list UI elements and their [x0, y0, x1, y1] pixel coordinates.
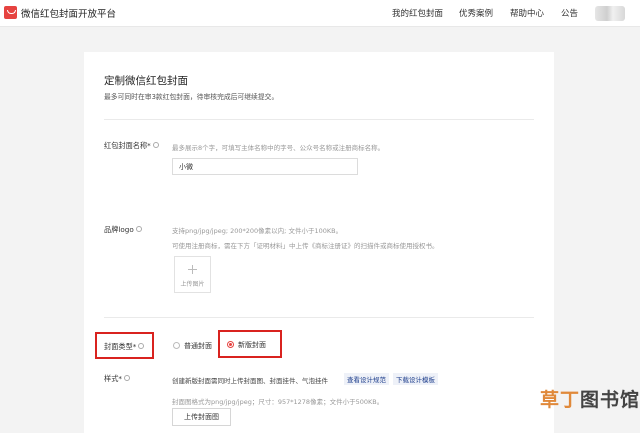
- radio-standard-cover[interactable]: 普通封面: [173, 341, 212, 351]
- section-divider: [104, 317, 534, 318]
- nav-featured-cases[interactable]: 优秀案例: [459, 7, 493, 19]
- help-icon[interactable]: [138, 343, 145, 349]
- logo-hint-trademark: 可使用注册商标，需在下方「证明材料」中上传《商标注册证》的扫描件或商标使用授权书…: [172, 242, 439, 250]
- style-description: 创建新版封面需同时上传封面图、封面挂件、气泡挂件: [172, 377, 328, 385]
- style-label: 样式*: [104, 374, 130, 384]
- brand-title: 微信红包封面开放平台: [21, 9, 117, 20]
- upload-image-label: 上传图片: [180, 281, 205, 288]
- nav-announcements[interactable]: 公告: [561, 7, 578, 19]
- brand-logo-label: 品牌logo: [104, 225, 142, 235]
- nav-my-covers[interactable]: 我的红包封面: [392, 7, 443, 19]
- top-navbar: 微信红包封面开放平台 我的红包封面 优秀案例 帮助中心 公告: [0, 0, 640, 27]
- help-icon[interactable]: [152, 142, 159, 148]
- help-icon[interactable]: [123, 375, 130, 381]
- help-icon[interactable]: [135, 226, 142, 232]
- upload-cover-button[interactable]: 上传封面图: [172, 408, 231, 426]
- page-subtitle: 最多可同时在审3款红包封面，待审核完成后可继续提交。: [104, 93, 279, 101]
- radio-circle-icon: [173, 341, 180, 349]
- red-packet-logo-icon: [4, 6, 17, 19]
- cover-name-label: 红包封面名称*: [104, 141, 159, 151]
- logo-hint-format: 支持png/jpg/jpeg; 200*200像素以内; 文件小于100KB。: [172, 227, 343, 235]
- nav-help-center[interactable]: 帮助中心: [510, 7, 544, 19]
- user-avatar[interactable]: [595, 6, 625, 21]
- logo-upload-box[interactable]: 上传图片: [174, 256, 211, 293]
- cover-name-input[interactable]: [172, 158, 358, 175]
- radio-new-cover[interactable]: 新版封面: [227, 340, 266, 350]
- cover-name-hint: 最多展示8个字，可填写主体名称中的字号、公众号名称或注册商标名称。: [172, 144, 385, 152]
- design-spec-link[interactable]: 查看设计规范: [344, 373, 389, 385]
- cover-type-label: 封面类型*: [104, 342, 145, 352]
- cover-format-hint: 封面图格式为png/jpg/jpeg；尺寸：957*1278像素；文件小于500…: [172, 398, 384, 406]
- watermark: 草丁图书馆: [540, 389, 640, 411]
- radio-checked-icon: [227, 340, 234, 348]
- download-template-link[interactable]: 下载设计模板: [393, 373, 438, 385]
- page-title: 定制微信红包封面: [104, 75, 188, 87]
- section-divider: [104, 119, 534, 120]
